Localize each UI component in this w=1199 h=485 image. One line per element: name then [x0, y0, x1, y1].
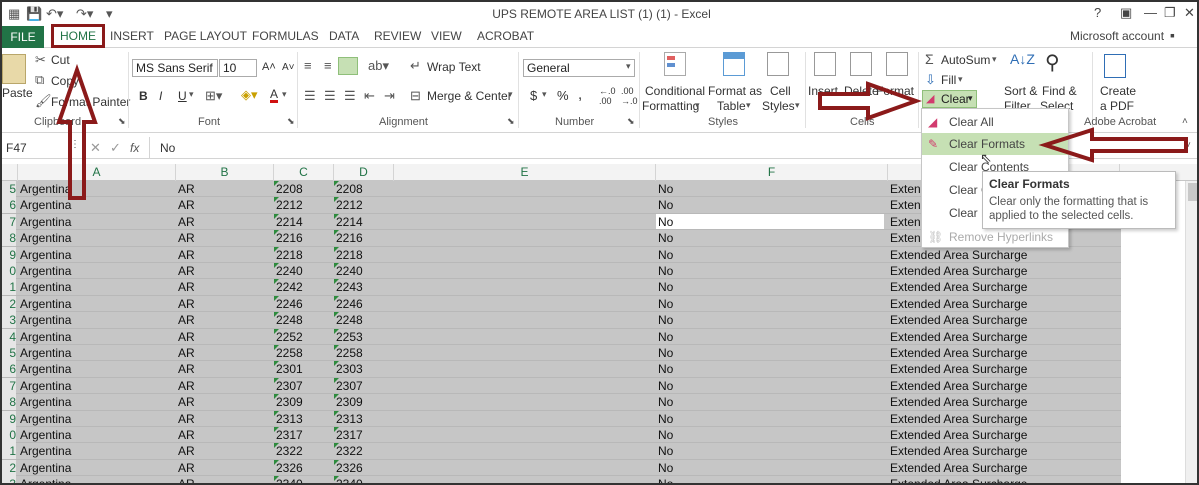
- annotation-up-arrow: [56, 63, 98, 200]
- annotation-left-arrow: [1038, 127, 1188, 163]
- annotation-arrows: [56, 63, 1188, 200]
- excel-window: ▦ 💾 ↶▾ ↷▾ ▾ UPS REMOTE AREA LIST (1) (1)…: [0, 0, 1199, 485]
- annotation-right-arrow: [818, 81, 922, 121]
